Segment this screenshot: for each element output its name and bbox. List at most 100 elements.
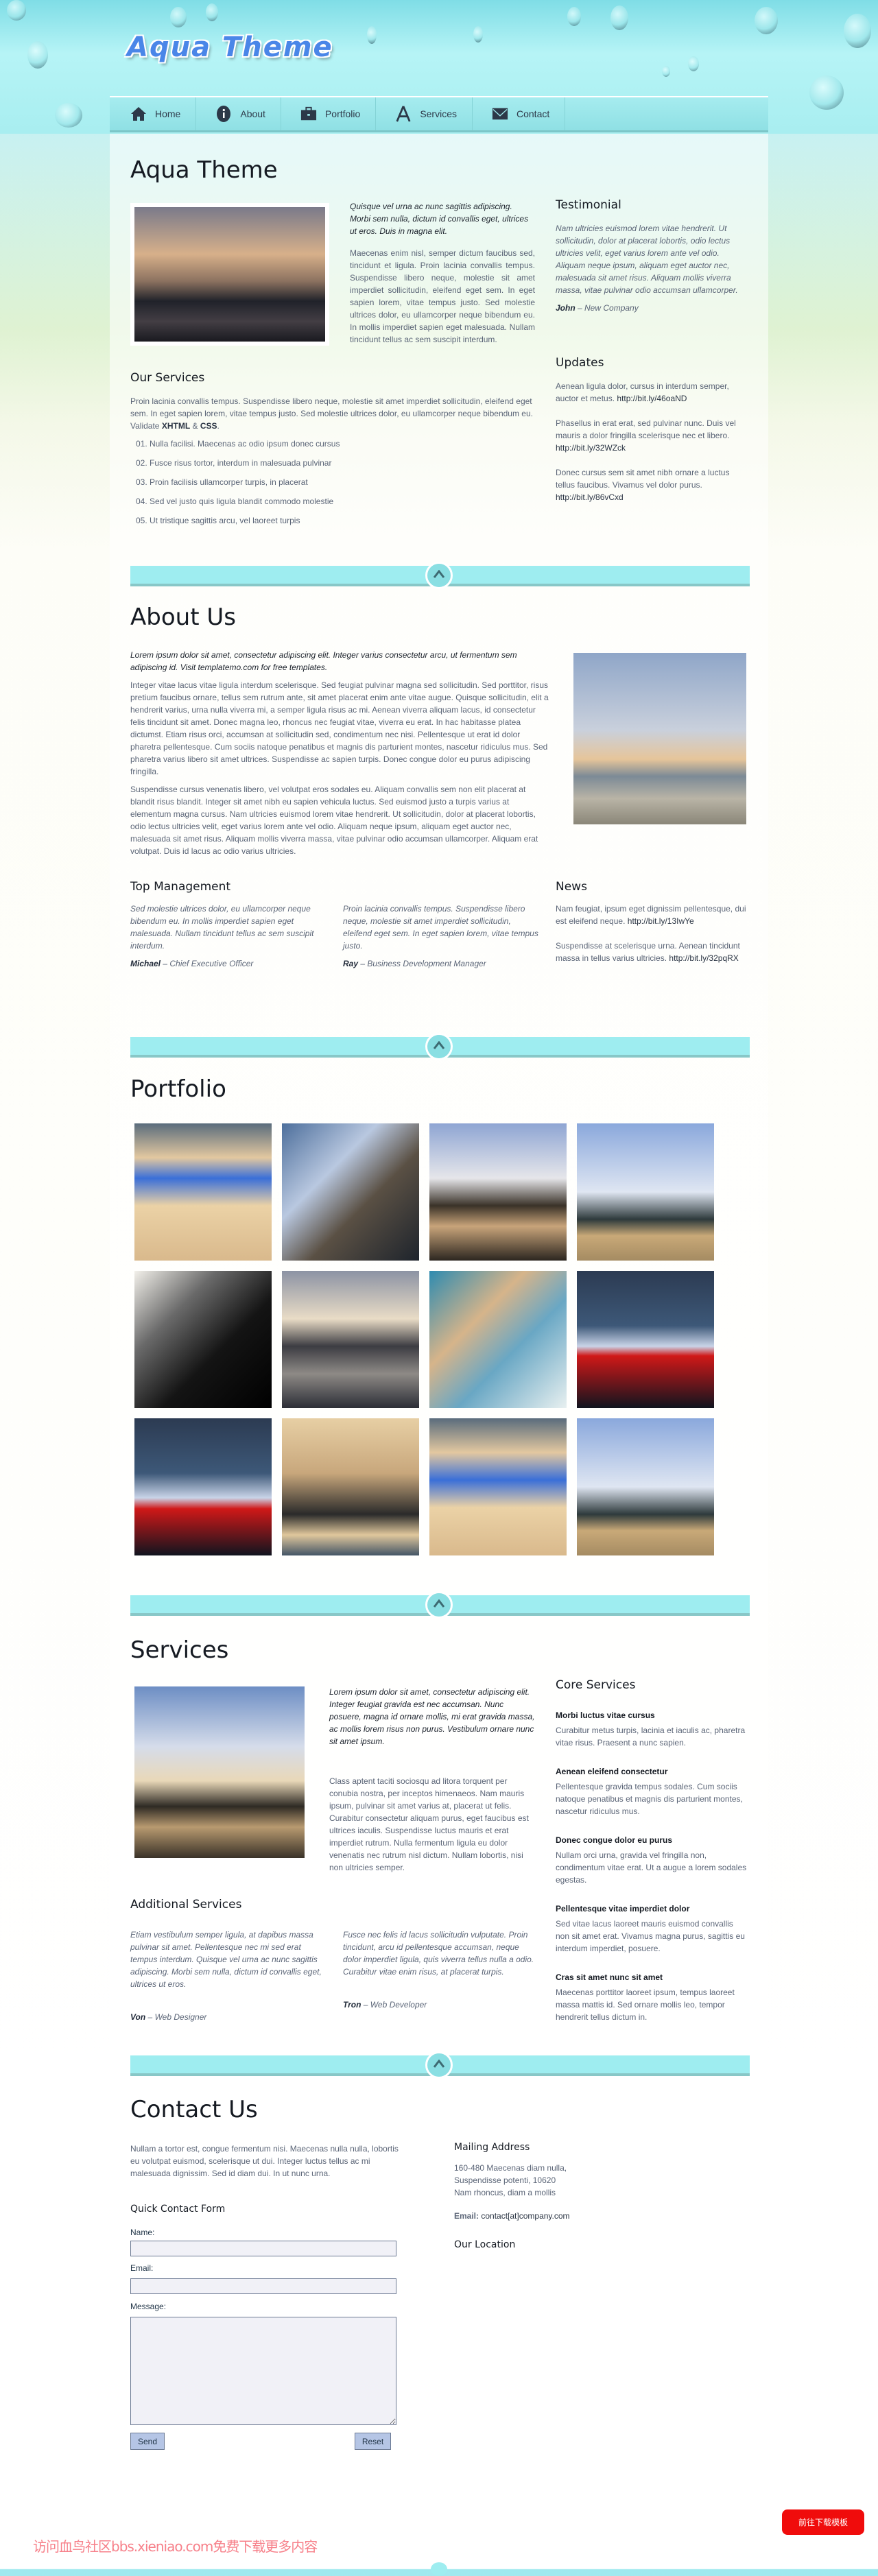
core-service-text: Sed vitae lacus laoreet mauris euismod c… (556, 1919, 745, 1953)
updates: Updates Aenean ligula dolor, cursus in i… (556, 355, 748, 503)
core-service-item: Morbi luctus vitae cursus Curabitur metus… (556, 1709, 748, 1749)
core-service-text: Curabitur metus turpis, lacinia et iacul… (556, 1726, 746, 1748)
list-item: 02. Fusce risus tortor, interdum in male… (136, 458, 332, 468)
core-services-heading: Core Services (556, 1678, 636, 1692)
nav-portfolio-label: Portfolio (324, 108, 361, 119)
our-services-body: Proin lacinia convallis tempus. Suspendi… (130, 396, 533, 431)
management-quote: Sed molestie ultrices dolor, eu ullamcor… (130, 904, 314, 951)
news-link[interactable]: http://bit.ly/13IwYe (628, 916, 694, 926)
list-item: 05. Ut tristique sagittis arcu, vel laor… (136, 516, 300, 525)
email-key: Email: (454, 2211, 479, 2221)
management-heading: Top Management (130, 880, 231, 894)
scroll-top-button[interactable] (425, 562, 453, 589)
email-link[interactable]: contact[at]company.com (481, 2211, 569, 2221)
additional-signature: Tron – Web Developer (343, 2000, 427, 2009)
core-service-title: Cras sit amet nunc sit amet (556, 1972, 663, 1982)
water-drop (55, 103, 82, 128)
news-item: Suspendisse at scelerisque urna. Aenean … (556, 940, 748, 964)
member-name: Michael (130, 959, 161, 968)
chevron-up-icon (433, 1040, 445, 1053)
testimonial-role: New Company (584, 303, 639, 313)
update-link[interactable]: http://bit.ly/46oaND (617, 394, 687, 403)
scroll-top-button[interactable] (425, 2051, 453, 2079)
core-service-text: Nullam orci urna, gravida vel fringilla … (556, 1850, 747, 1885)
nav-about[interactable]: About (196, 97, 281, 130)
nav-home[interactable]: Home (110, 97, 197, 130)
nav-contact[interactable]: Contact (473, 97, 566, 130)
about-title: About Us (130, 604, 236, 631)
name-input[interactable] (130, 2241, 396, 2256)
mailing-address: Mailing Address 160-480 Maecenas diam nu… (454, 2140, 660, 2252)
chevron-up-icon (433, 2059, 445, 2071)
portfolio-thumb-guitarist[interactable] (134, 1271, 272, 1408)
services-intro: Lorem ipsum dolor sit amet, consectetur … (329, 1686, 535, 1874)
news-link[interactable]: http://bit.ly/32pqRX (669, 953, 738, 963)
additional-services-heading: Additional Services (130, 1898, 242, 1911)
address-line: Nam rhoncus, diam a mollis (454, 2188, 556, 2197)
services-trees-image (134, 1686, 305, 1858)
location-heading: Our Location (454, 2239, 516, 2250)
testimonial-heading: Testimonial (556, 198, 621, 212)
scroll-top-button[interactable] (431, 2562, 447, 2576)
portfolio-thumb-basketball[interactable] (577, 1123, 714, 1261)
chevron-up-icon (433, 569, 445, 582)
water-drop (662, 66, 670, 77)
home-intro-text: Maecenas enim nisl, semper dictum faucib… (350, 248, 535, 344)
portfolio-title: Portfolio (130, 1075, 226, 1103)
news-item: Nam feugiat, ipsum eget dignissim pellen… (556, 903, 748, 927)
nav-about-label: About (240, 108, 265, 119)
portfolio-thumb-signpost[interactable] (429, 1271, 567, 1408)
our-services-heading: Our Services (130, 371, 205, 385)
portfolio-thumb-pier[interactable] (282, 1123, 419, 1261)
nav-portfolio[interactable]: Portfolio (281, 97, 377, 130)
home-intro: Quisque vel urna ac nunc sagittis adipis… (350, 200, 535, 346)
core-service-title: Donec congue dolor eu purus (556, 1835, 673, 1845)
xhtml-link[interactable]: XHTML (162, 421, 190, 431)
message-textarea[interactable] (130, 2317, 396, 2425)
update-item: Aenean ligula dolor, cursus in interdum … (556, 380, 748, 405)
member-role: Chief Executive Officer (169, 959, 254, 968)
update-link[interactable]: http://bit.ly/32WZck (556, 443, 626, 453)
update-link[interactable]: http://bit.ly/86vCxd (556, 492, 624, 502)
update-text: Phasellus in erat erat, sed pulvinar nun… (556, 418, 736, 440)
water-drop (844, 14, 871, 48)
water-drop (7, 0, 26, 21)
marina-sunset-image (134, 207, 325, 342)
css-link[interactable]: CSS (200, 421, 217, 431)
core-service-item: Aenean eleifend consectetur Pellentesque … (556, 1765, 748, 1817)
nav-home-label: Home (155, 108, 181, 119)
home-intro-lead: Quisque vel urna ac nunc sagittis adipis… (350, 202, 529, 236)
nav-services[interactable]: Services (376, 97, 473, 130)
portfolio-thumb-basketball[interactable] (577, 1418, 714, 1555)
nav-services-label: Services (420, 108, 457, 119)
portfolio-thumb-bicycle[interactable] (282, 1418, 419, 1555)
water-drop (170, 7, 187, 27)
info-icon (215, 106, 232, 122)
core-service-title: Pellentesque vitae imperdiet dolor (556, 1904, 690, 1913)
reset-button[interactable]: Reset (355, 2433, 391, 2450)
scroll-top-button[interactable] (425, 1033, 453, 1060)
portfolio-thumb-marina[interactable] (282, 1271, 419, 1408)
home-icon (130, 106, 147, 122)
watermark-text[interactable]: 访问血鸟社区bbs.xieniao.com免费下载更多内容 (33, 2540, 318, 2553)
about-lead: Lorem ipsum dolor sit amet, consectetur … (130, 650, 517, 672)
services-list: 01. Nulla facilisi. Maecenas ac odio ips… (130, 438, 535, 534)
scroll-top-button[interactable] (425, 1591, 453, 1619)
portfolio-thumb-skyline[interactable] (134, 1418, 272, 1555)
portfolio-thumb-trees[interactable] (429, 1123, 567, 1261)
email-input[interactable] (130, 2278, 396, 2294)
mailing-heading: Mailing Address (454, 2142, 530, 2153)
additional-service: Etiam vestibulum semper ligula, at dapib… (130, 1929, 322, 2023)
person-name: Von (130, 2012, 146, 2022)
download-template-button[interactable]: 前往下载模板 (782, 2509, 864, 2535)
person-role: Web Developer (370, 2000, 427, 2009)
send-button[interactable]: Send (130, 2433, 165, 2450)
section-divider (130, 2051, 750, 2079)
portfolio-thumb-signs[interactable] (134, 1123, 272, 1261)
portfolio-thumb-skyline[interactable] (577, 1271, 714, 1408)
testimonial: Testimonial Nam ultricies euismod lorem … (556, 198, 748, 314)
site-logo[interactable]: Aqua Theme (127, 34, 333, 61)
core-service-title: Morbi luctus vitae cursus (556, 1710, 655, 1720)
update-item: Phasellus in erat erat, sed pulvinar nun… (556, 417, 748, 454)
portfolio-thumb-signs[interactable] (429, 1418, 567, 1555)
